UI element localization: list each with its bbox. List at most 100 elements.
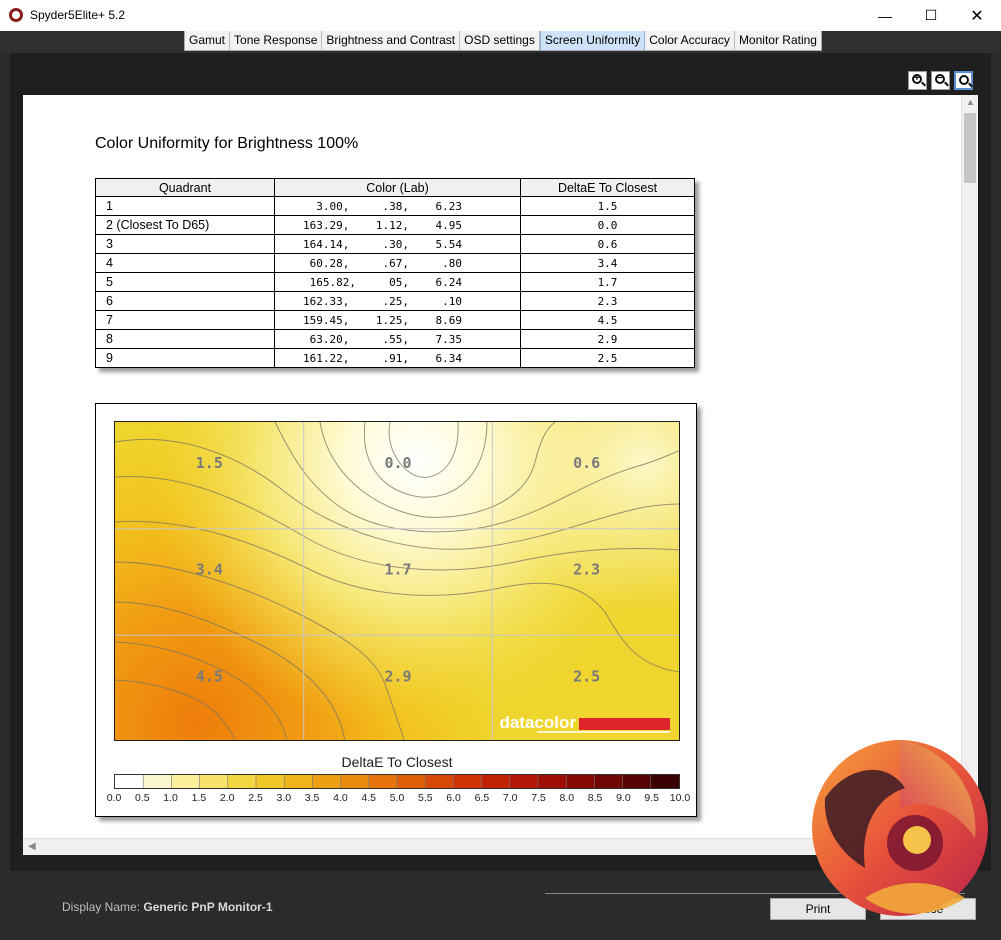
legend-tick-label: 0.0	[106, 792, 122, 804]
legend-tick-label: 7.0	[502, 792, 518, 804]
legend-tick-label: 5.0	[389, 792, 405, 804]
deltae-cell: 3.4	[520, 253, 695, 273]
color-lab-cell: 60.28, .67, .80	[274, 253, 521, 273]
quadrant-value-label: 2.3	[573, 561, 600, 579]
quadrant-cell: 9	[95, 348, 275, 368]
zoom-in-icon[interactable]: +	[908, 71, 927, 90]
legend-swatch	[509, 775, 539, 788]
vertical-scrollbar[interactable]: ▲ ▼	[961, 95, 978, 838]
zoom-fit-icon[interactable]	[954, 71, 973, 90]
quadrant-cell: 2 (Closest To D65)	[95, 215, 275, 235]
watermark-logo	[812, 740, 988, 916]
quadrant-cell: 4	[95, 253, 275, 273]
maximize-button[interactable]: ☐	[908, 0, 954, 31]
legend-tick-label: 9.0	[616, 792, 631, 804]
uniformity-table: Quadrant Color (Lab) DeltaE To Closest 1…	[95, 178, 695, 368]
quadrant-cell: 6	[95, 291, 275, 311]
color-lab-cell: 3.00, .38, 6.23	[274, 196, 521, 216]
legend-tick-label: 2.5	[248, 792, 263, 804]
tab-tone-response[interactable]: Tone Response	[230, 31, 323, 50]
display-name-value: Generic PnP Monitor-1	[143, 900, 273, 914]
uniformity-map-panel: 1.5 0.0 0.6 3.4 1.7 2.3 4.5 2.9 2.5 datacolor De…	[95, 403, 697, 817]
title-bar: Spyder5Elite+ 5.2 — ☐ ✕	[0, 0, 1001, 31]
color-lab-cell: 163.29, 1.12, 4.95	[274, 215, 521, 235]
table-row: 1 3.00, .38, 6.23 1.5	[95, 196, 695, 216]
table-row: 9 161.22, .91, 6.34 2.5	[95, 348, 695, 368]
tab-color-accuracy[interactable]: Color Accuracy	[645, 31, 735, 50]
legend-tick-label: 3.0	[276, 792, 292, 804]
deltae-cell: 2.9	[520, 329, 695, 349]
legend-swatch	[256, 775, 285, 788]
quadrant-cell: 1	[95, 196, 275, 216]
legend-swatch	[199, 775, 229, 788]
legend-tick-label: 6.0	[446, 792, 461, 804]
quadrant-cell: 3	[95, 234, 275, 254]
legend-swatch	[115, 775, 144, 788]
report-title: Color Uniformity for Brightness 100%	[95, 135, 359, 152]
legend-tick-label: 0.5	[134, 792, 150, 804]
quadrant-value-label: 2.9	[384, 667, 411, 685]
deltae-cell: 2.5	[520, 348, 695, 368]
legend-tick-label: 1.5	[191, 792, 207, 804]
datacolor-logo-text: datacolor	[499, 713, 576, 732]
quadrant-cell: 7	[95, 310, 275, 330]
column-header-color-lab: Color (Lab)	[274, 178, 521, 197]
minimize-button[interactable]: —	[862, 0, 908, 31]
display-name-label: Display Name:	[62, 900, 141, 914]
close-window-button[interactable]: ✕	[954, 0, 1000, 31]
tab-strip: Gamut Tone Response Brightness and Contr…	[184, 31, 822, 51]
tab-screen-uniformity[interactable]: Screen Uniformity	[539, 31, 646, 50]
legend-swatch	[143, 775, 172, 788]
color-lab-cell: 165.82, 05, 6.24	[274, 272, 521, 292]
color-lab-cell: 162.33, .25, .10	[274, 291, 521, 311]
quadrant-value-label: 3.4	[196, 561, 223, 579]
tab-brightness-contrast[interactable]: Brightness and Contrast	[322, 31, 461, 50]
legend-swatch	[425, 775, 454, 788]
uniformity-heatmap: 1.5 0.0 0.6 3.4 1.7 2.3 4.5 2.9 2.5 datacolor	[114, 421, 680, 741]
legend-swatch	[650, 775, 680, 788]
table-row: 5 165.82, 05, 6.24 1.7	[95, 272, 695, 292]
table-row: 4 60.28, .67, .80 3.4	[95, 253, 695, 273]
quadrant-value-label: 0.6	[573, 454, 600, 472]
tab-gamut[interactable]: Gamut	[185, 31, 231, 50]
legend-swatch	[227, 775, 257, 788]
legend-swatch	[368, 775, 398, 788]
legend-swatch	[171, 775, 201, 788]
deltae-cell: 0.6	[520, 234, 695, 254]
legend-swatch	[566, 775, 595, 788]
legend-tick-label: 2.0	[219, 792, 235, 804]
legend-swatch	[453, 775, 483, 788]
datacolor-logo-bar	[579, 718, 670, 730]
vertical-scroll-thumb[interactable]	[964, 113, 976, 183]
legend-swatch	[284, 775, 313, 788]
table-row: 2 (Closest To D65) 163.29, 1.12, 4.95 0.0	[95, 215, 695, 235]
deltae-cell: 0.0	[520, 215, 695, 235]
legend-tick-label: 8.5	[587, 792, 603, 804]
zoom-out-icon[interactable]: −	[931, 71, 950, 90]
legend-swatch	[622, 775, 652, 788]
tab-bar: Gamut Tone Response Brightness and Contr…	[0, 31, 1001, 53]
legend-swatch	[481, 775, 511, 788]
tab-monitor-rating[interactable]: Monitor Rating	[734, 31, 821, 50]
scroll-up-icon[interactable]: ▲	[966, 97, 975, 107]
scroll-left-icon[interactable]: ◀	[28, 841, 36, 852]
deltae-cell: 4.5	[520, 310, 695, 330]
tab-osd-settings[interactable]: OSD settings	[460, 31, 540, 50]
quadrant-value-label: 1.5	[196, 454, 223, 472]
quadrant-value-label: 0.0	[384, 454, 411, 472]
legend-swatch	[594, 775, 624, 788]
window-title: Spyder5Elite+ 5.2	[30, 8, 126, 22]
legend-tick-label: 10.0	[669, 792, 691, 804]
table-row: 3 164.14, .30, 5.54 0.6	[95, 234, 695, 254]
deltae-cell: 1.5	[520, 196, 695, 216]
legend-tick-label: 1.0	[163, 792, 178, 804]
legend-swatch	[312, 775, 342, 788]
legend-tick-label: 6.5	[474, 792, 490, 804]
legend-tick-labels: 0.0 0.5 1.0 1.5 2.0 2.5 3.0 3.5 4.0 4.5 5.0 5.5 6.0 6…	[107, 792, 691, 806]
legend-tick-label: 4.0	[333, 792, 348, 804]
legend-swatch	[340, 775, 370, 788]
legend-swatch	[397, 775, 426, 788]
legend-tick-label: 3.5	[304, 792, 320, 804]
legend-swatch	[538, 775, 567, 788]
table-row: 7 159.45, 1.25, 8.69 4.5	[95, 310, 695, 330]
